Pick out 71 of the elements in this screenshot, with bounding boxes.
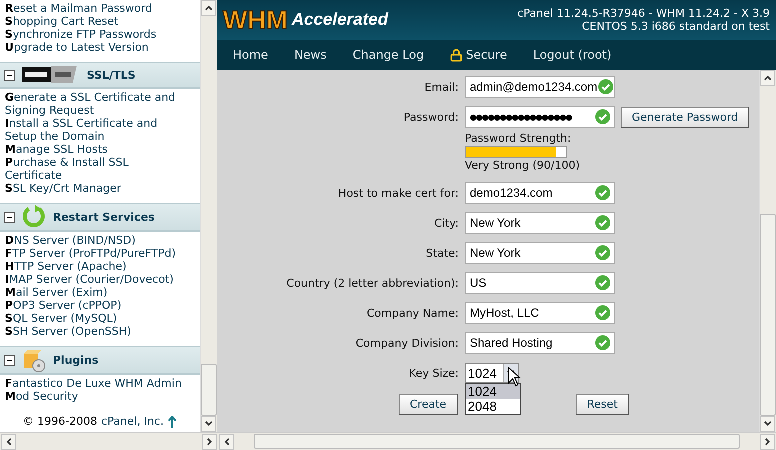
text-field[interactable]: MyHost, LLC	[465, 302, 615, 324]
scroll-thumb[interactable]	[760, 214, 776, 416]
nav-link[interactable]: Home	[233, 48, 268, 62]
strength-reading: Very Strong (90/100)	[465, 159, 582, 172]
sidebar-link[interactable]: POP3 Server (cPPOP)	[5, 299, 186, 312]
field-label: Email:	[424, 80, 459, 94]
lock-icon	[450, 48, 464, 62]
section-title: Restart Services	[53, 210, 155, 224]
sidebar-link[interactable]: Upgrade to Latest Version	[5, 41, 186, 54]
field-label: City:	[434, 216, 459, 230]
sidebar-link[interactable]: SSL Key/Crt Manager	[5, 182, 186, 195]
nav-link[interactable]: News	[294, 48, 327, 62]
circular-arrow-icon	[21, 204, 47, 230]
form-button[interactable]: Reset	[576, 394, 629, 415]
scrollbar[interactable]	[200, 0, 217, 432]
field-label: Country (2 letter abbreviation):	[286, 276, 459, 290]
sidebar-link[interactable]: FTP Server (ProFTPd/PureFTPd)	[5, 247, 186, 260]
sidebar-link[interactable]: Mod Security	[5, 390, 186, 403]
copyright-text: © 1996-2008	[23, 415, 98, 428]
logo-text: WHM	[223, 4, 288, 36]
scroll-thumb[interactable]	[201, 364, 217, 416]
scrollbar[interactable]	[759, 70, 776, 432]
generate-password-button[interactable]: Generate Password	[621, 106, 750, 128]
strength-label: Password Strength:	[465, 132, 572, 145]
sidebar-link[interactable]: Fantastico De Luxe WHM Admin	[5, 377, 186, 390]
section-header[interactable]: Restart Services	[0, 203, 200, 232]
up-arrow-icon[interactable]	[168, 416, 177, 428]
nav-link[interactable]: Secure	[450, 48, 508, 62]
text-field[interactable]: New York	[465, 212, 615, 234]
sidebar-link[interactable]: SSH Server (OpenSSH)	[5, 325, 186, 338]
scrollbar[interactable]	[0, 433, 218, 450]
sidebar-link[interactable]: HTTP Server (Apache)	[5, 260, 186, 273]
sidebar-link[interactable]: Synchronize FTP Passwords	[5, 28, 186, 41]
sidebar-link[interactable]: Mail Server (Exim)	[5, 286, 186, 299]
sidebar-link[interactable]: IMAP Server (Courier/Dovecot)	[5, 273, 186, 286]
collapse-toggle[interactable]	[4, 212, 15, 222]
scroll-thumb[interactable]	[254, 434, 740, 449]
password-field[interactable]: ●●●●●●●●●●●●●●●●●	[465, 106, 615, 128]
text-field[interactable]: Shared Hosting	[465, 332, 615, 354]
email-field[interactable]: admin@demo1234.com	[465, 76, 615, 98]
field-label: State:	[425, 246, 459, 260]
logo-subtitle: Accelerated	[292, 10, 388, 30]
text-field[interactable]: demo1234.com	[465, 182, 615, 204]
sidebar-link[interactable]: Reset a Mailman Password	[5, 2, 186, 15]
version-text: CENTOS 5.3 i686 standard on test	[582, 20, 770, 33]
collapse-toggle[interactable]	[4, 70, 15, 80]
section-title: Plugins	[53, 354, 99, 366]
sidebar-link[interactable]: Purchase & Install SSL Certificate	[5, 156, 186, 182]
cpanel-link[interactable]: cPanel, Inc.	[101, 415, 164, 428]
nav-link[interactable]: Change Log	[352, 48, 424, 62]
form-button[interactable]: Create	[399, 394, 458, 415]
field-label: Host to make cert for:	[337, 186, 459, 200]
sidebar-link[interactable]: Shopping Cart Reset	[5, 15, 186, 28]
text-field[interactable]: New York	[465, 242, 615, 264]
field-label: Key Size:	[408, 366, 459, 380]
sidebar-link[interactable]: SQL Server (MySQL)	[5, 312, 186, 325]
field-label: Company Name:	[366, 306, 459, 320]
field-label: Company Division:	[354, 336, 459, 350]
sidebar-link[interactable]: DNS Server (BIND/NSD)	[5, 234, 186, 247]
nav-link[interactable]: Logout (root)	[533, 48, 612, 62]
section-title: SSL/TLS	[87, 68, 136, 82]
field-label: Password:	[402, 110, 459, 124]
version-text: cPanel 11.24.5-R37946 - WHM 11.24.2 - X 3.9	[518, 7, 770, 20]
sidebar-link[interactable]: Manage SSL Hosts	[5, 143, 186, 156]
section-header[interactable]: SSL/TLS	[0, 62, 200, 89]
scrollbar[interactable]	[218, 433, 776, 450]
collapse-toggle[interactable]	[4, 354, 15, 366]
section-header[interactable]: Plugins	[0, 346, 200, 375]
text-field[interactable]: US	[465, 272, 615, 294]
box-with-disc-icon	[21, 347, 47, 373]
dropdown-option[interactable]: 1024	[466, 384, 520, 399]
